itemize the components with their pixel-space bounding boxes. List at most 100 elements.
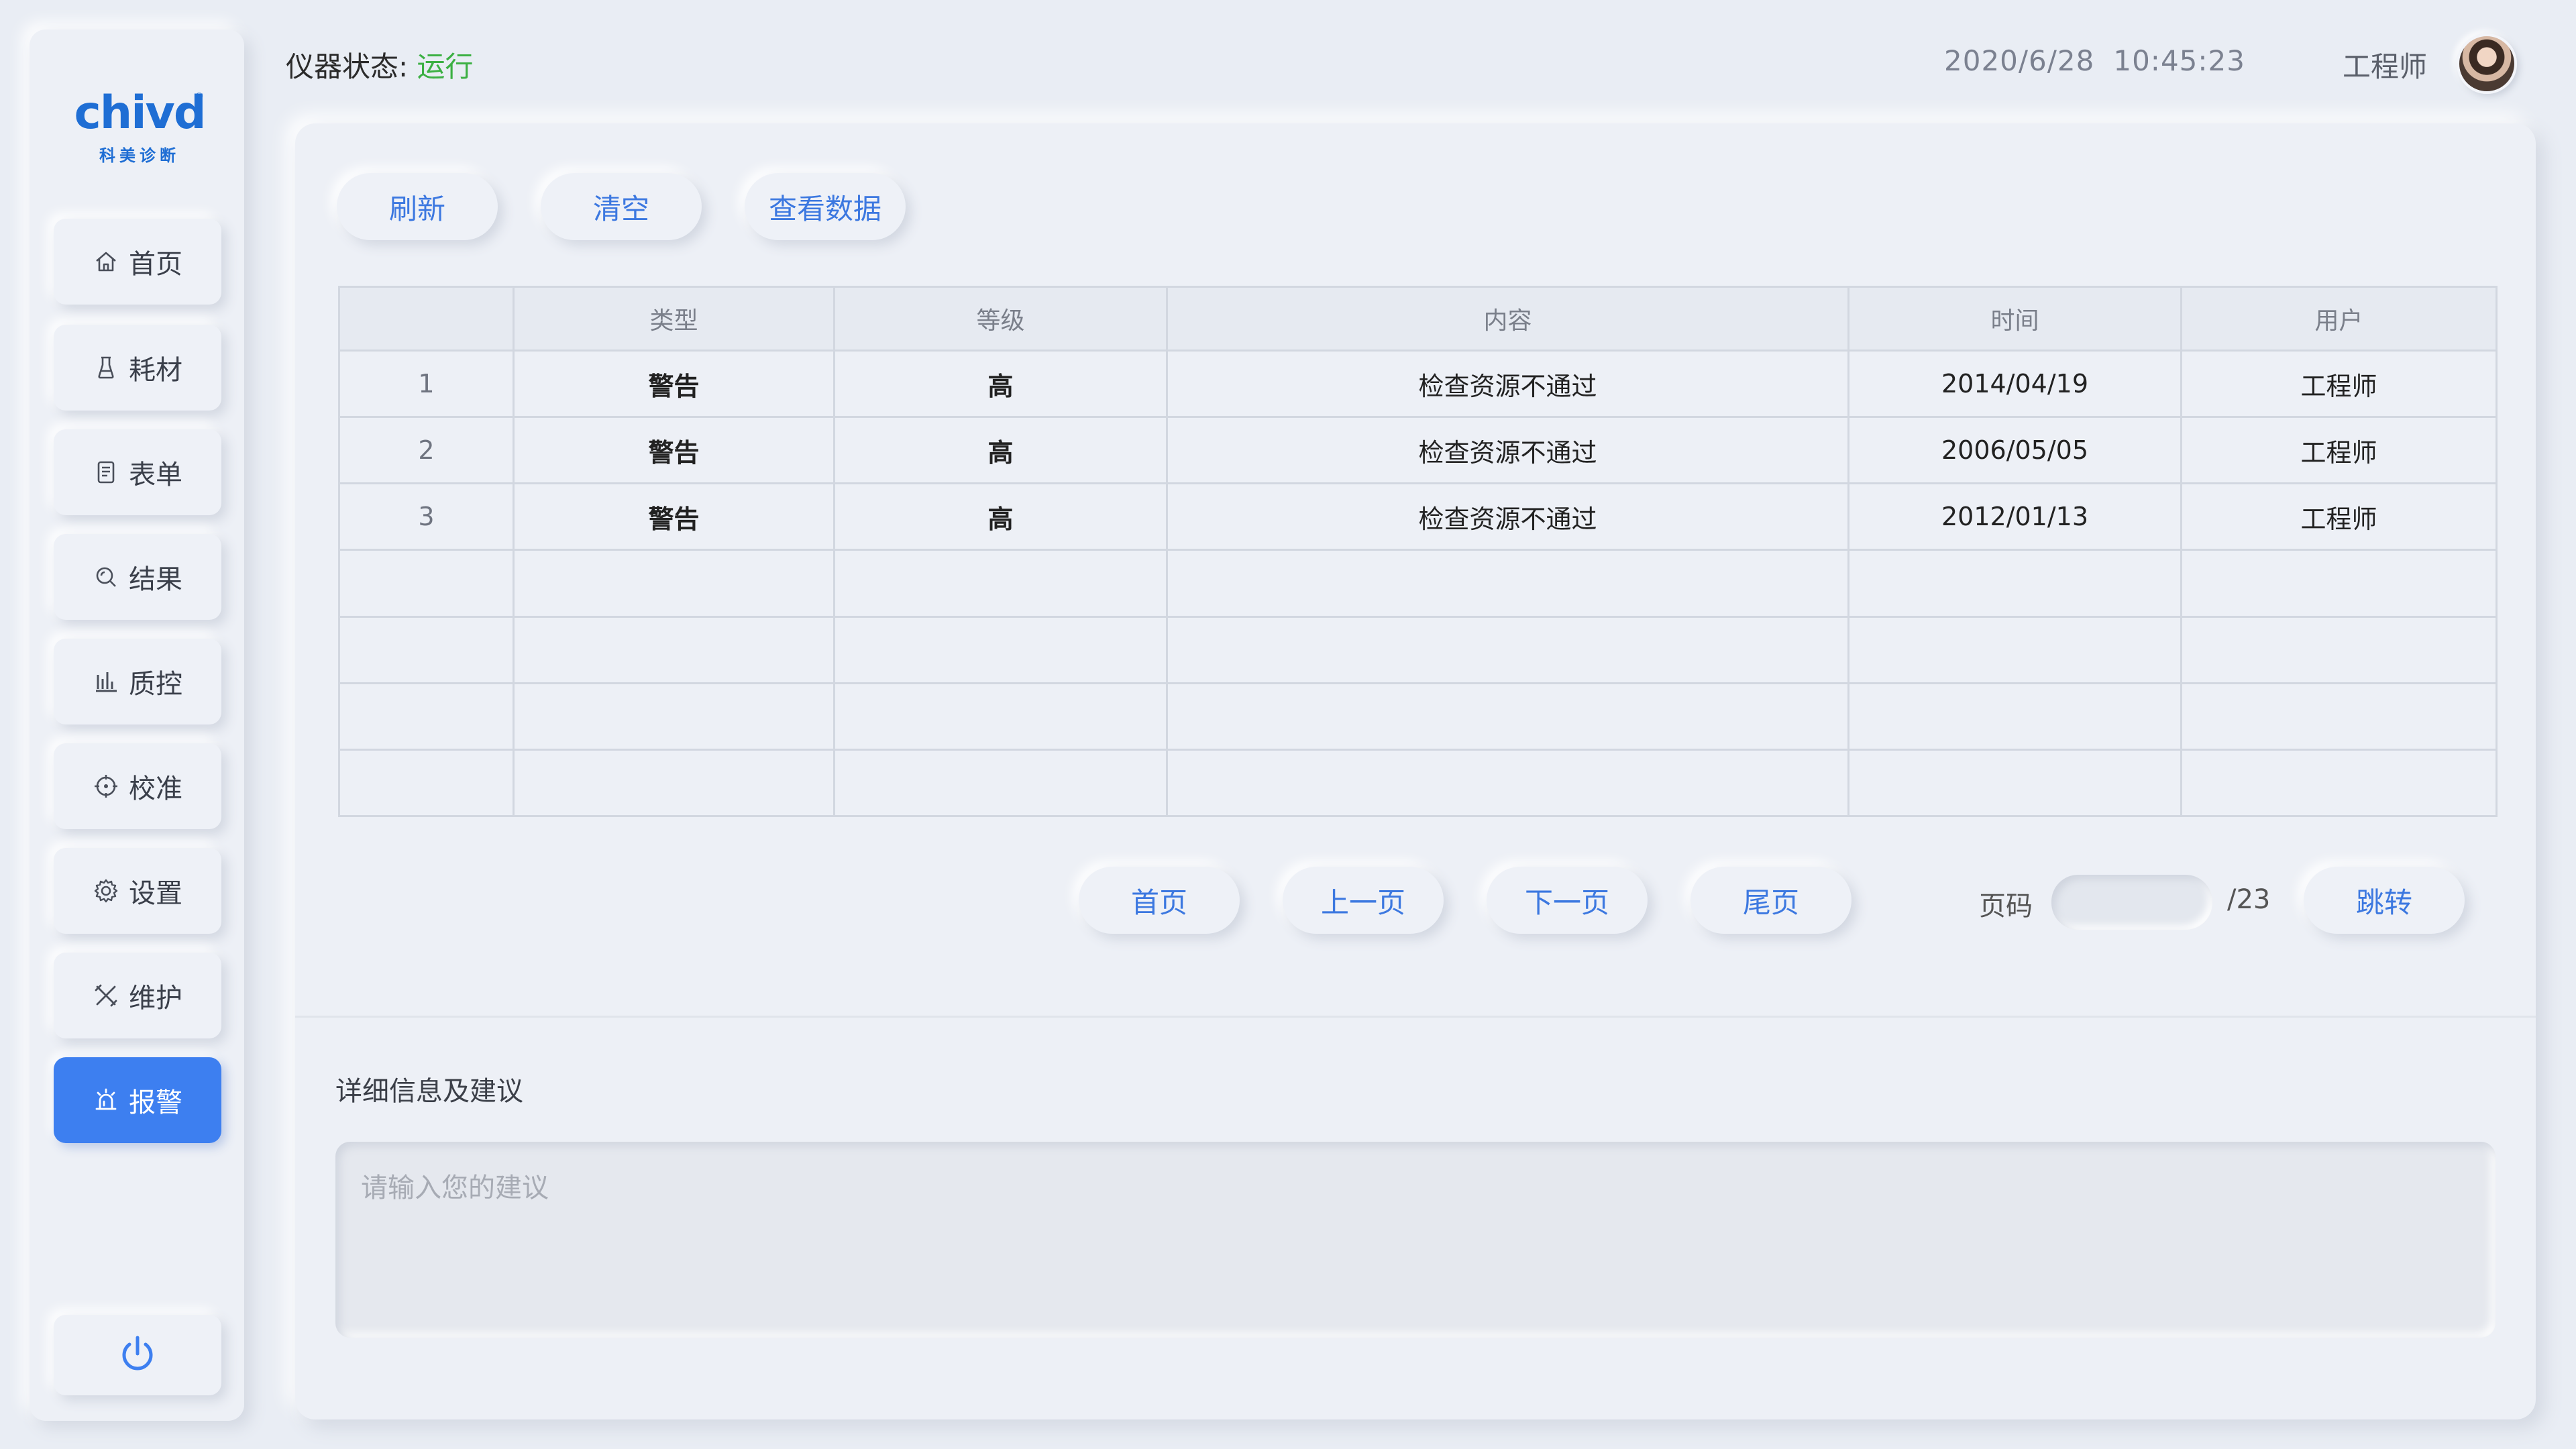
sidebar-item-alarm[interactable]: 报警 (54, 1057, 221, 1143)
last-page-button[interactable]: 尾页 (1690, 867, 1851, 934)
sidebar-item-home[interactable]: 首页 (54, 219, 221, 305)
table-row[interactable]: 2 警告 高 检查资源不通过 2006/05/05 工程师 (338, 416, 2498, 485)
bar-chart-icon (93, 668, 119, 695)
date-text: 2020/6/28 (1944, 44, 2095, 77)
sidebar: chivd ® 科美诊断 首页 耗材 表单 结果 质控 校准 设置 维护 报警 (30, 30, 244, 1421)
avatar[interactable] (2457, 34, 2517, 94)
cell-empty (2180, 682, 2498, 751)
cell-index: 2 (338, 416, 515, 485)
column-header-user: 用户 (2180, 286, 2498, 352)
sidebar-item-calibration[interactable]: 校准 (54, 743, 221, 829)
cell-empty (2180, 615, 2498, 684)
cell-empty (1166, 549, 1849, 618)
sidebar-item-results[interactable]: 结果 (54, 534, 221, 620)
user-name: 工程师 (2343, 50, 2428, 83)
gear-icon (93, 877, 119, 904)
tools-icon (93, 982, 119, 1009)
next-page-button[interactable]: 下一页 (1487, 867, 1648, 934)
cell-empty (1847, 615, 2182, 684)
clear-button[interactable]: 清空 (541, 173, 702, 240)
cell-content: 检查资源不通过 (1166, 349, 1849, 419)
cell-level: 高 (833, 416, 1168, 485)
status-label: 仪器状态: (286, 50, 409, 83)
status-value: 运行 (417, 50, 474, 83)
power-button[interactable] (54, 1315, 221, 1395)
section-divider (295, 1016, 2536, 1018)
cell-type: 警告 (513, 416, 835, 485)
column-header-type: 类型 (513, 286, 835, 352)
cell-empty (513, 615, 835, 684)
cell-empty (833, 549, 1168, 618)
column-header-index (338, 286, 515, 352)
cell-empty (1847, 682, 2182, 751)
page-number-input[interactable] (2051, 875, 2212, 930)
logo-subtitle: 科美诊断 (99, 146, 180, 165)
sidebar-item-label: 报警 (129, 1087, 182, 1118)
cell-empty (833, 615, 1168, 684)
sidebar-item-label: 耗材 (129, 355, 182, 386)
cell-time: 2014/04/19 (1847, 349, 2182, 419)
cell-empty (1847, 549, 2182, 618)
table-row[interactable]: 1 警告 高 检查资源不通过 2014/04/19 工程师 (338, 349, 2498, 419)
cell-content: 检查资源不通过 (1166, 416, 1849, 485)
sidebar-item-label: 结果 (129, 564, 182, 595)
home-icon (93, 248, 119, 275)
sidebar-item-maintenance[interactable]: 维护 (54, 953, 221, 1038)
cell-empty (1166, 615, 1849, 684)
cell-type: 警告 (513, 349, 835, 419)
table-row-empty (338, 615, 2498, 684)
cell-empty (338, 682, 515, 751)
page-number-label: 页码 (1979, 891, 2033, 922)
flask-icon (93, 354, 119, 381)
column-header-content: 内容 (1166, 286, 1849, 352)
sidebar-item-quality-control[interactable]: 质控 (54, 639, 221, 724)
cell-time: 2006/05/05 (1847, 416, 2182, 485)
refresh-button[interactable]: 刷新 (337, 173, 498, 240)
page-total: /23 (2227, 884, 2271, 915)
cell-type: 警告 (513, 482, 835, 551)
power-icon (116, 1332, 159, 1378)
crosshair-icon (93, 773, 119, 800)
detail-section-title: 详细信息及建议 (335, 1076, 523, 1107)
sidebar-item-settings[interactable]: 设置 (54, 848, 221, 934)
sidebar-item-label: 维护 (129, 983, 182, 1014)
jump-button[interactable]: 跳转 (2304, 867, 2465, 934)
logo-text: chivd (74, 87, 206, 140)
cell-user: 工程师 (2180, 482, 2498, 551)
cell-empty (338, 615, 515, 684)
cell-index: 3 (338, 482, 515, 551)
alarm-icon (93, 1087, 119, 1114)
cell-empty (513, 549, 835, 618)
brand-logo: chivd ® 科美诊断 (66, 63, 213, 170)
suggestion-textarea[interactable] (335, 1142, 2496, 1338)
sidebar-item-label: 校准 (129, 773, 182, 804)
sidebar-item-label: 设置 (129, 878, 182, 909)
column-header-level: 等级 (833, 286, 1168, 352)
cell-level: 高 (833, 349, 1168, 419)
sidebar-item-consumables[interactable]: 耗材 (54, 325, 221, 411)
first-page-button[interactable]: 首页 (1079, 867, 1240, 934)
sidebar-item-label: 首页 (129, 249, 182, 280)
document-icon (93, 459, 119, 486)
cell-empty (2180, 748, 2498, 818)
cell-empty (338, 748, 515, 818)
table-row-empty (338, 748, 2498, 818)
table-row-empty (338, 549, 2498, 618)
table-row[interactable]: 3 警告 高 检查资源不通过 2012/01/13 工程师 (338, 482, 2498, 551)
cell-empty (1847, 748, 2182, 818)
sidebar-item-forms[interactable]: 表单 (54, 429, 221, 515)
datetime: 2020/6/28 10:45:23 (1944, 44, 2245, 77)
table-header-row: 类型 等级 内容 时间 用户 (338, 286, 2498, 352)
cell-empty (833, 682, 1168, 751)
column-header-time: 时间 (1847, 286, 2182, 352)
alarm-table: 类型 等级 内容 时间 用户 1 警告 高 检查资源不通过 2014/04/19… (338, 286, 2498, 818)
sidebar-item-label: 质控 (129, 669, 182, 700)
alarm-panel: 刷新 清空 查看数据 类型 等级 内容 时间 用户 1 警告 高 检查资源不通过… (295, 123, 2536, 1419)
cell-empty (2180, 549, 2498, 618)
prev-page-button[interactable]: 上一页 (1283, 867, 1444, 934)
view-data-button[interactable]: 查看数据 (745, 173, 906, 240)
cell-empty (513, 682, 835, 751)
cell-user: 工程师 (2180, 416, 2498, 485)
search-icon (93, 564, 119, 590)
cell-user: 工程师 (2180, 349, 2498, 419)
